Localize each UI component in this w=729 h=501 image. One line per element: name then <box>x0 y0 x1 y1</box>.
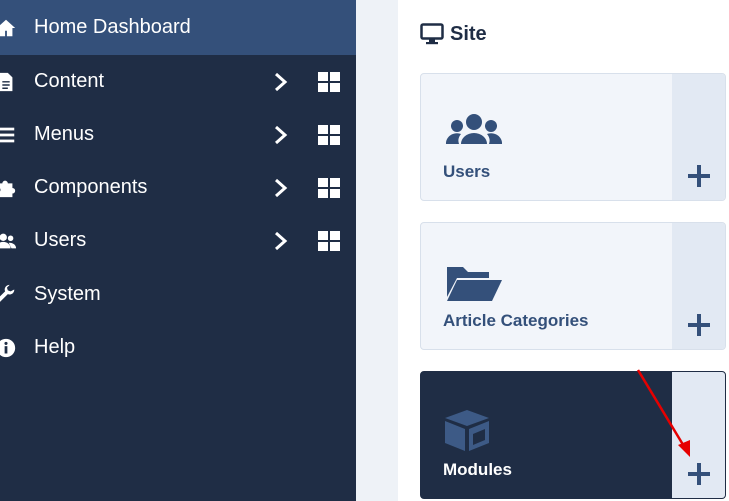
chevron-right-icon[interactable] <box>272 230 290 252</box>
sidebar-item-components[interactable]: Components <box>0 161 356 214</box>
add-article-category-button[interactable] <box>672 223 725 349</box>
wrench-icon <box>0 283 18 307</box>
list-icon <box>0 123 18 147</box>
home-icon <box>0 16 18 40</box>
plus-icon <box>687 165 710 187</box>
puzzle-icon <box>0 176 18 200</box>
users-icon <box>445 110 503 154</box>
plus-icon <box>687 463 710 485</box>
card-article-categories[interactable]: Article Categories <box>420 222 726 350</box>
info-icon <box>0 336 18 360</box>
users-icon <box>0 229 18 253</box>
site-header: Site <box>420 20 487 48</box>
sidebar-item-label: Users <box>34 229 87 251</box>
folder-open-icon <box>445 261 503 305</box>
card-users[interactable]: Users <box>420 73 726 201</box>
card-label: Modules <box>443 460 512 479</box>
chevron-right-icon[interactable] <box>272 177 290 199</box>
sidebar-item-label: Help <box>34 336 76 358</box>
dashboard-grid-icon[interactable] <box>318 230 340 251</box>
card-label: Users <box>443 162 491 181</box>
sidebar-item-label: Components <box>34 176 148 198</box>
monitor-icon <box>420 23 444 45</box>
card-modules[interactable]: Modules <box>420 371 726 499</box>
add-module-button[interactable] <box>672 372 725 498</box>
sidebar-item-help[interactable]: Help <box>0 321 356 374</box>
dashboard-grid-icon[interactable] <box>318 177 340 198</box>
card-label: Article Categories <box>443 311 589 330</box>
dashboard-grid-icon[interactable] <box>318 124 340 145</box>
dashboard-grid-icon[interactable] <box>318 71 340 92</box>
cube-icon <box>445 408 503 452</box>
sidebar-item-label: System <box>34 283 101 305</box>
sidebar-item-users[interactable]: Users <box>0 214 356 267</box>
sidebar-item-label: Home Dashboard <box>34 16 191 38</box>
sidebar-item-label: Menus <box>34 123 95 145</box>
sidebar-item-system[interactable]: System <box>0 268 356 321</box>
sidebar-item-content[interactable]: Content <box>0 55 356 108</box>
site-title: Site <box>450 22 487 45</box>
main-gutter <box>356 0 398 501</box>
sidebar-item-menus[interactable]: Menus <box>0 108 356 161</box>
sidebar-item-home-dashboard[interactable]: Home Dashboard <box>0 0 356 55</box>
sidebar: Home Dashboard Content Menus Components <box>0 0 356 501</box>
chevron-right-icon[interactable] <box>272 71 290 93</box>
file-icon <box>0 70 18 94</box>
sidebar-item-label: Content <box>34 70 105 92</box>
add-user-button[interactable] <box>672 74 725 200</box>
plus-icon <box>687 314 710 336</box>
chevron-right-icon[interactable] <box>272 124 290 146</box>
